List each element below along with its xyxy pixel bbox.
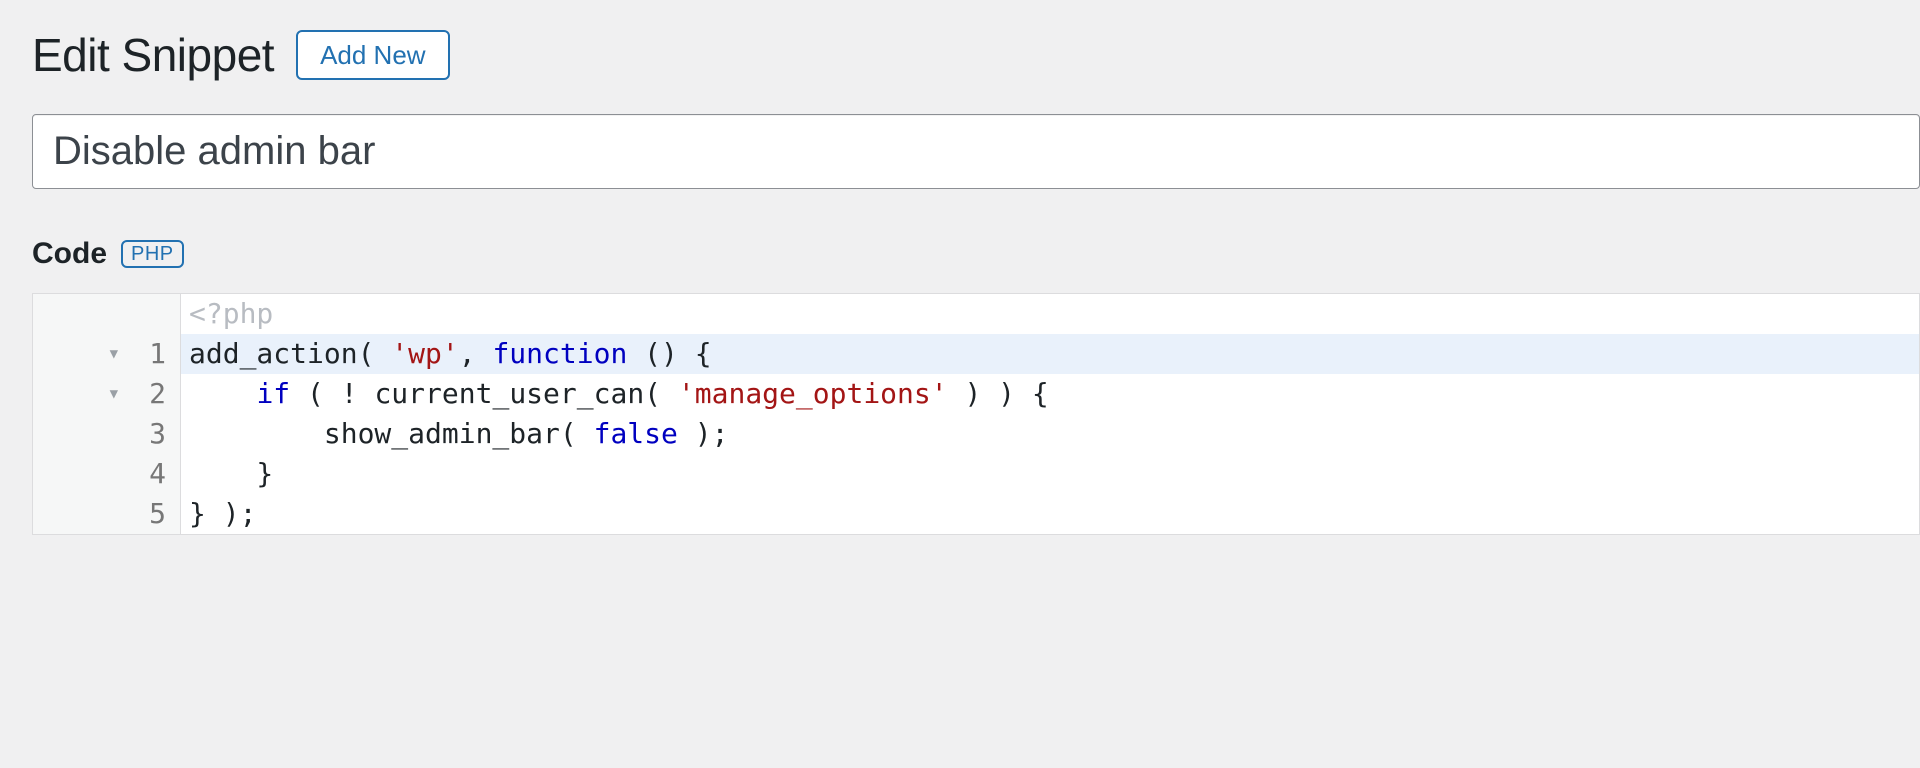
editor-code-area[interactable]: <?phpadd_action( 'wp', function () { if … — [181, 294, 1919, 534]
code-line[interactable]: } ); — [181, 494, 1919, 534]
code-token: ) ) { — [948, 374, 1049, 414]
gutter-row: 5 — [33, 494, 180, 534]
code-token: ( — [560, 414, 594, 454]
code-token: current_user_can — [374, 374, 644, 414]
code-token: 'manage_options' — [678, 374, 948, 414]
snippet-title-input[interactable] — [32, 114, 1920, 189]
code-section-header: Code PHP — [32, 237, 1920, 271]
language-badge: PHP — [121, 240, 184, 268]
code-token: ( — [358, 334, 392, 374]
code-editor[interactable]: ▼1▼2345 <?phpadd_action( 'wp', function … — [32, 293, 1920, 535]
gutter-row: ▼1 — [33, 334, 180, 374]
fold-toggle-icon[interactable]: ▼ — [110, 385, 118, 405]
code-token: () { — [627, 334, 711, 374]
code-token: if — [256, 374, 290, 414]
code-token: , — [459, 334, 493, 374]
line-number: 1 — [146, 334, 166, 374]
code-token: } ); — [189, 494, 256, 534]
editor-placeholder-line: <?php — [181, 294, 1919, 334]
page-wrap: Edit Snippet Add New Code PHP ▼1▼2345 <?… — [0, 0, 1920, 535]
editor-gutter: ▼1▼2345 — [33, 294, 181, 534]
code-token: } — [189, 454, 273, 494]
code-token: false — [594, 414, 678, 454]
code-token: show_admin_bar — [324, 414, 560, 454]
line-number: 2 — [146, 374, 166, 414]
code-token — [189, 374, 256, 414]
code-line[interactable]: } — [181, 454, 1919, 494]
gutter-row: 3 — [33, 414, 180, 454]
code-line[interactable]: add_action( 'wp', function () { — [181, 334, 1919, 374]
code-line[interactable]: show_admin_bar( false ); — [181, 414, 1919, 454]
gutter-row: 4 — [33, 454, 180, 494]
line-number: 5 — [146, 494, 166, 534]
add-new-button[interactable]: Add New — [296, 30, 450, 80]
code-token: function — [492, 334, 627, 374]
gutter-row: ▼2 — [33, 374, 180, 414]
code-token: ( ! — [290, 374, 374, 414]
gutter-row-placeholder — [33, 294, 180, 334]
code-heading: Code — [32, 237, 107, 271]
page-header: Edit Snippet Add New — [32, 28, 1920, 82]
fold-toggle-icon[interactable]: ▼ — [110, 345, 118, 365]
code-line[interactable]: if ( ! current_user_can( 'manage_options… — [181, 374, 1919, 414]
code-token: add_action — [189, 334, 358, 374]
code-token — [189, 414, 324, 454]
code-token: ( — [644, 374, 678, 414]
line-number: 4 — [146, 454, 166, 494]
page-title: Edit Snippet — [32, 28, 274, 82]
code-token: 'wp' — [391, 334, 458, 374]
code-token: ); — [678, 414, 729, 454]
line-number: 3 — [146, 414, 166, 454]
